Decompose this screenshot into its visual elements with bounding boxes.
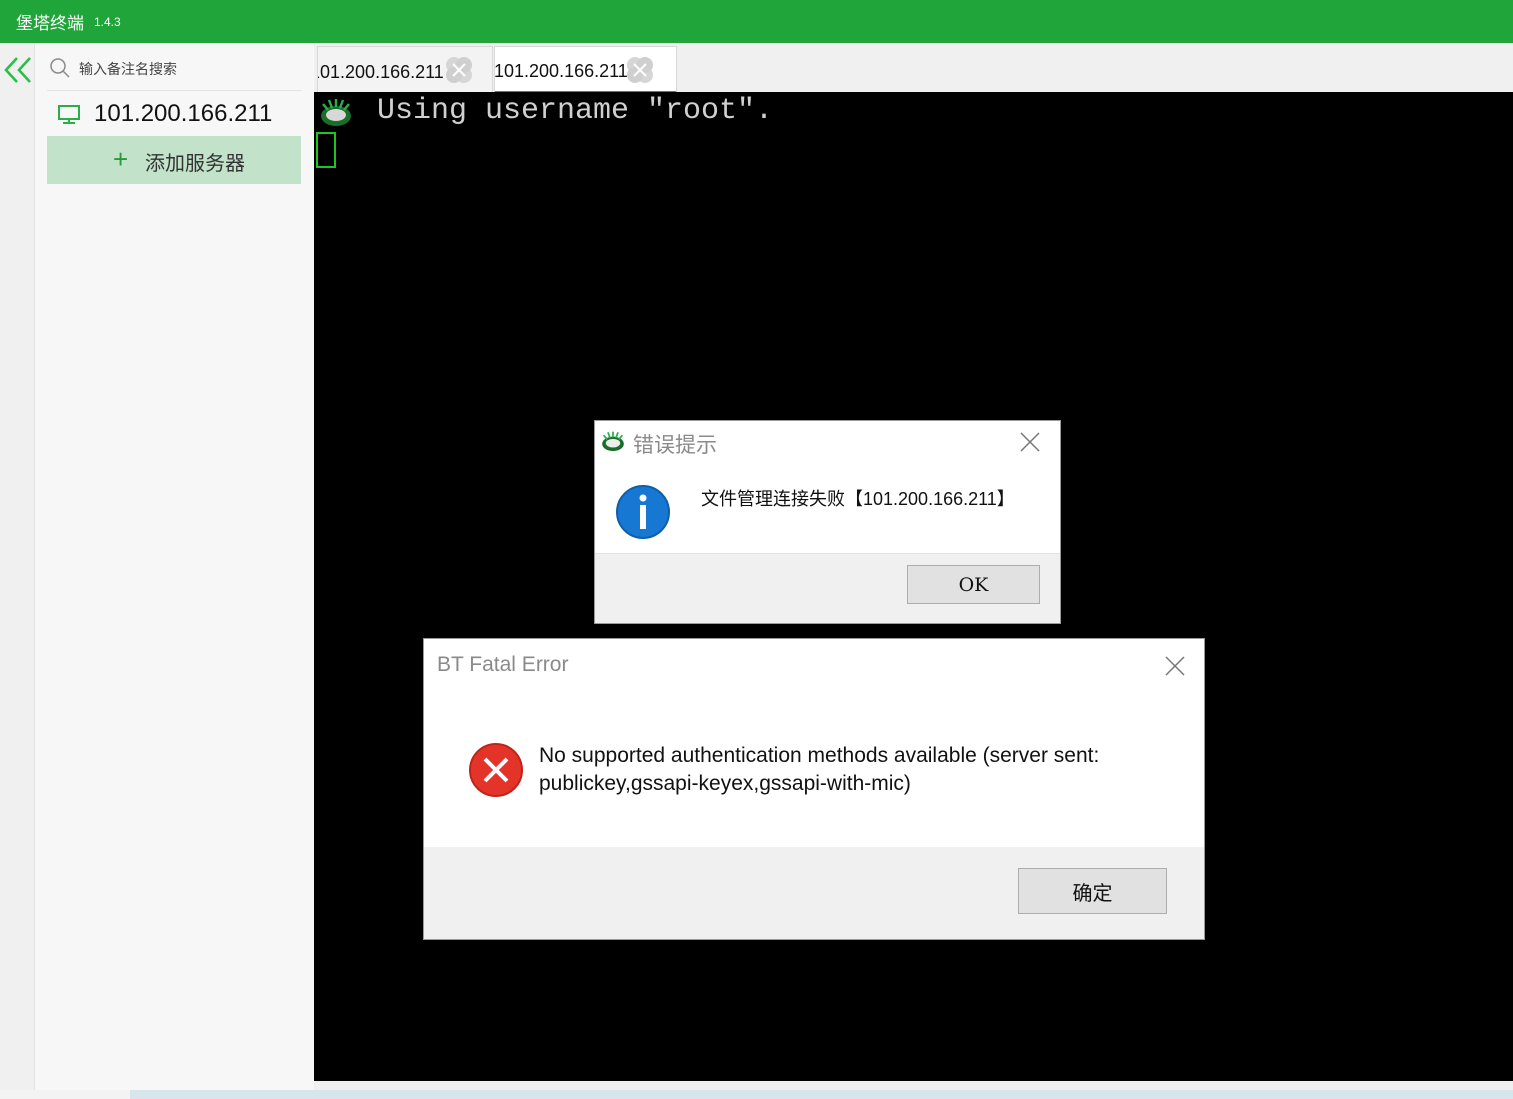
add-server-button[interactable]: + 添加服务器 [47,136,301,184]
dialog-message: No supported authentication methods avai… [539,744,1100,795]
collapse-sidebar-button[interactable] [3,55,33,85]
sidebar: 101.200.166.211 + 添加服务器 [35,43,314,1090]
dialog-footer: 确定 [424,847,1204,939]
info-icon [616,485,670,539]
dialog-title: BT Fatal Error [437,653,569,676]
ok-button[interactable]: OK [907,565,1040,604]
left-strip [0,43,35,1090]
dialog-title: 错误提示 [633,434,717,457]
fatal-error-dialog: BT Fatal Error No supported authenticati… [423,638,1205,940]
add-server-label: 添加服务器 [145,151,245,175]
search-box [47,51,302,87]
tab-label: 101.200.166.211 [317,62,444,82]
search-icon [50,58,70,78]
status-strip [0,1090,1513,1099]
status-segment [0,1090,130,1099]
double-chevron-left-icon [4,57,31,83]
tab-server-1[interactable]: 101.200.166.211 [317,46,493,92]
error-dialog: 错误提示 文件管理连接失败【101.200.166.211】 OK [594,420,1061,624]
dialog-footer: OK [595,553,1060,623]
close-tab-icon[interactable] [625,55,655,85]
sidebar-divider [47,90,302,91]
bt-logo-icon [321,99,351,126]
server-label: 101.200.166.211 [94,100,273,127]
title-bar: 堡塔终端 1.4.3 [0,0,1513,43]
close-icon[interactable] [1164,655,1186,677]
search-input[interactable] [79,57,299,81]
tab-bar: 101.200.166.211 101.200.166.211 [314,43,1513,95]
server-item[interactable]: 101.200.166.211 [47,95,302,135]
monitor-icon [58,105,80,124]
plus-icon: + [113,144,129,174]
app-title: 堡塔终端 [16,14,84,33]
confirm-button[interactable]: 确定 [1018,868,1167,914]
close-icon[interactable] [1019,431,1041,453]
bt-logo-icon [602,431,624,452]
terminal-cursor [316,132,336,168]
close-tab-icon[interactable] [444,55,474,85]
dialog-message: 文件管理连接失败【101.200.166.211】 [701,489,1015,509]
error-icon [469,743,523,797]
app-version: 1.4.3 [94,15,121,29]
terminal-line: Using username "root". [377,94,774,128]
tab-server-2[interactable]: 101.200.166.211 [494,46,677,95]
tab-label: 101.200.166.211 [494,61,628,81]
